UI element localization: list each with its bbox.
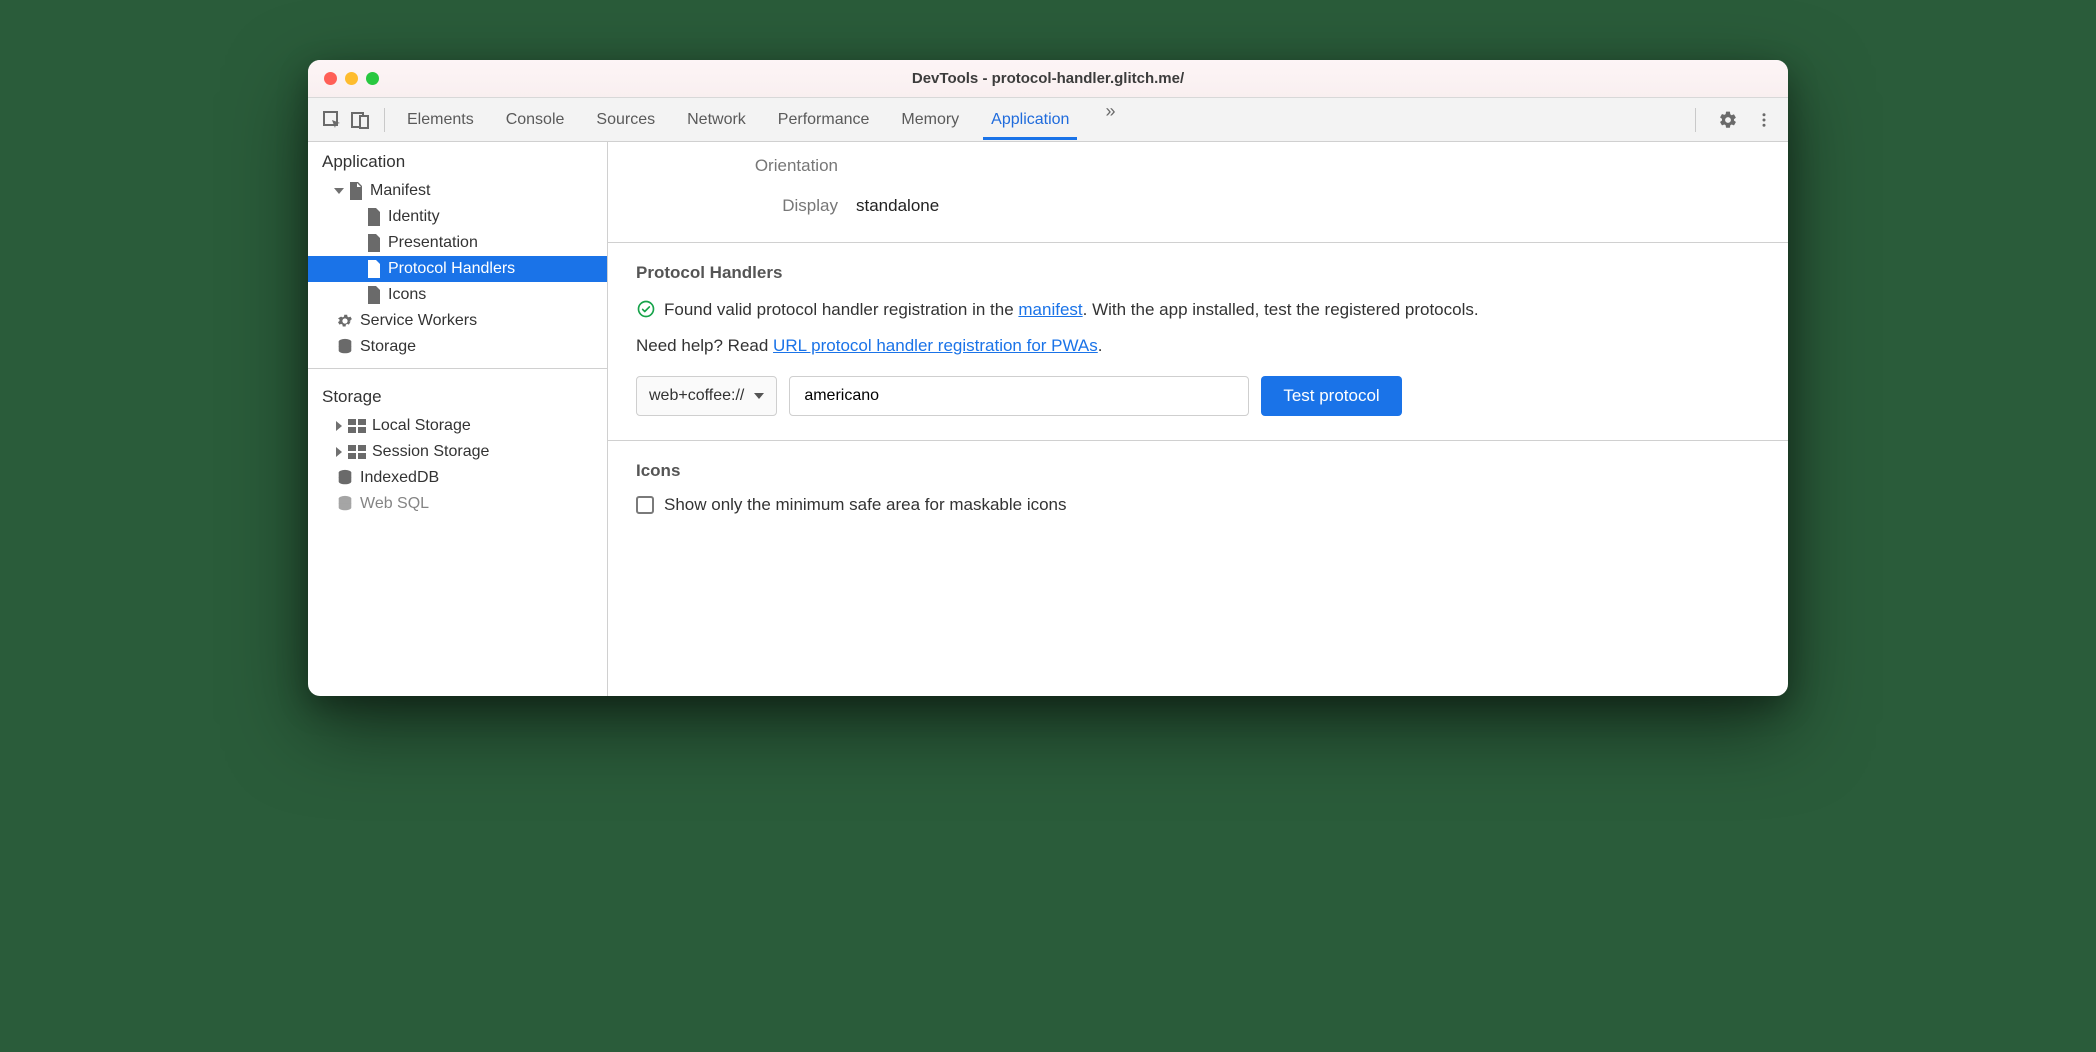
- close-window-button[interactable]: [324, 72, 337, 85]
- minimize-window-button[interactable]: [345, 72, 358, 85]
- expand-arrow-icon: [336, 421, 342, 431]
- divider: [308, 368, 607, 369]
- kv-display: Display standalone: [636, 188, 1760, 228]
- protocol-test-row: web+coffee:// Test protocol: [636, 376, 1760, 416]
- database-icon: [336, 469, 354, 487]
- window-title: DevTools - protocol-handler.glitch.me/: [308, 70, 1788, 87]
- sidebar-item-protocol-handlers[interactable]: Protocol Handlers: [308, 256, 607, 282]
- sidebar-label: IndexedDB: [360, 469, 439, 487]
- sidebar-label: Web SQL: [360, 495, 429, 513]
- sidebar-item-service-workers[interactable]: Service Workers: [308, 308, 607, 334]
- kv-key: Orientation: [636, 156, 856, 176]
- document-icon: [366, 260, 382, 278]
- application-sidebar: Application Manifest Identity Presentati…: [308, 142, 608, 696]
- tab-console[interactable]: Console: [504, 101, 567, 139]
- sidebar-item-identity[interactable]: Identity: [308, 204, 607, 230]
- gear-icon: [336, 312, 354, 330]
- kebab-menu-icon[interactable]: [1750, 106, 1778, 134]
- status-message: Found valid protocol handler registratio…: [636, 297, 1760, 323]
- document-icon: [366, 286, 382, 304]
- tab-network[interactable]: Network: [685, 101, 748, 139]
- titlebar: DevTools - protocol-handler.glitch.me/: [308, 60, 1788, 98]
- table-icon: [348, 419, 366, 433]
- sidebar-item-storage[interactable]: Storage: [308, 334, 607, 360]
- sidebar-item-websql[interactable]: Web SQL: [308, 491, 607, 517]
- sidebar-item-presentation[interactable]: Presentation: [308, 230, 607, 256]
- help-doc-link[interactable]: URL protocol handler registration for PW…: [773, 336, 1098, 355]
- sidebar-label: Presentation: [388, 234, 478, 252]
- inspect-element-icon[interactable]: [318, 106, 346, 134]
- devtools-window: DevTools - protocol-handler.glitch.me/ E…: [308, 60, 1788, 696]
- sidebar-label: Manifest: [370, 182, 430, 200]
- sidebar-label: Identity: [388, 208, 440, 226]
- sidebar-item-indexeddb[interactable]: IndexedDB: [308, 465, 607, 491]
- expand-arrow-icon: [336, 447, 342, 457]
- toolbar-right: [1685, 106, 1778, 134]
- database-icon: [336, 495, 354, 513]
- sidebar-section-storage: Storage: [308, 377, 607, 413]
- expand-arrow-icon: [334, 188, 344, 194]
- tab-elements[interactable]: Elements: [405, 101, 476, 139]
- kv-orientation: Orientation: [636, 148, 1760, 188]
- chevron-down-icon: [754, 393, 764, 399]
- manifest-link[interactable]: manifest: [1018, 300, 1082, 319]
- devtools-toolbar: Elements Console Sources Network Perform…: [308, 98, 1788, 142]
- document-icon: [348, 182, 364, 200]
- content-area: Application Manifest Identity Presentati…: [308, 142, 1788, 696]
- separator: [1695, 108, 1696, 132]
- sidebar-item-session-storage[interactable]: Session Storage: [308, 439, 607, 465]
- sidebar-item-manifest[interactable]: Manifest: [308, 178, 607, 204]
- panel-tabs: Elements Console Sources Network Perform…: [405, 101, 1685, 139]
- tab-memory[interactable]: Memory: [899, 101, 961, 139]
- maskable-checkbox[interactable]: [636, 496, 654, 514]
- section-heading: Icons: [636, 461, 1760, 481]
- document-icon: [366, 234, 382, 252]
- sidebar-item-icons[interactable]: Icons: [308, 282, 607, 308]
- sidebar-item-local-storage[interactable]: Local Storage: [308, 413, 607, 439]
- settings-icon[interactable]: [1714, 106, 1742, 134]
- sidebar-label: Storage: [360, 338, 416, 356]
- table-icon: [348, 445, 366, 459]
- kv-value: standalone: [856, 196, 939, 216]
- protocol-scheme-select[interactable]: web+coffee://: [636, 376, 777, 416]
- database-icon: [336, 338, 354, 356]
- kv-key: Display: [636, 196, 856, 216]
- status-text: Found valid protocol handler registratio…: [664, 297, 1479, 323]
- sidebar-label: Icons: [388, 286, 426, 304]
- maskable-checkbox-row: Show only the minimum safe area for mask…: [636, 495, 1760, 515]
- sidebar-label: Protocol Handlers: [388, 260, 515, 278]
- sidebar-section-application: Application: [308, 142, 607, 178]
- test-protocol-button[interactable]: Test protocol: [1261, 376, 1401, 416]
- document-icon: [366, 208, 382, 226]
- section-protocol-handlers: Protocol Handlers Found valid protocol h…: [608, 242, 1788, 440]
- sidebar-label: Session Storage: [372, 443, 489, 461]
- section-icons: Icons Show only the minimum safe area fo…: [608, 440, 1788, 539]
- tab-application[interactable]: Application: [989, 101, 1071, 139]
- window-controls: [324, 72, 379, 85]
- tab-performance[interactable]: Performance: [776, 101, 872, 139]
- device-toolbar-icon[interactable]: [346, 106, 374, 134]
- maximize-window-button[interactable]: [366, 72, 379, 85]
- tab-sources[interactable]: Sources: [594, 101, 657, 139]
- protocol-value-input[interactable]: [789, 376, 1249, 416]
- manifest-main-pane: Orientation Display standalone Protocol …: [608, 142, 1788, 696]
- more-tabs-icon[interactable]: »: [1099, 101, 1121, 139]
- section-heading: Protocol Handlers: [636, 263, 1760, 283]
- sidebar-label: Local Storage: [372, 417, 471, 435]
- checkbox-label: Show only the minimum safe area for mask…: [664, 495, 1067, 515]
- separator: [384, 108, 385, 132]
- scheme-label: web+coffee://: [649, 387, 744, 405]
- check-circle-icon: [636, 299, 656, 319]
- help-text: Need help? Read URL protocol handler reg…: [636, 333, 1760, 359]
- sidebar-label: Service Workers: [360, 312, 477, 330]
